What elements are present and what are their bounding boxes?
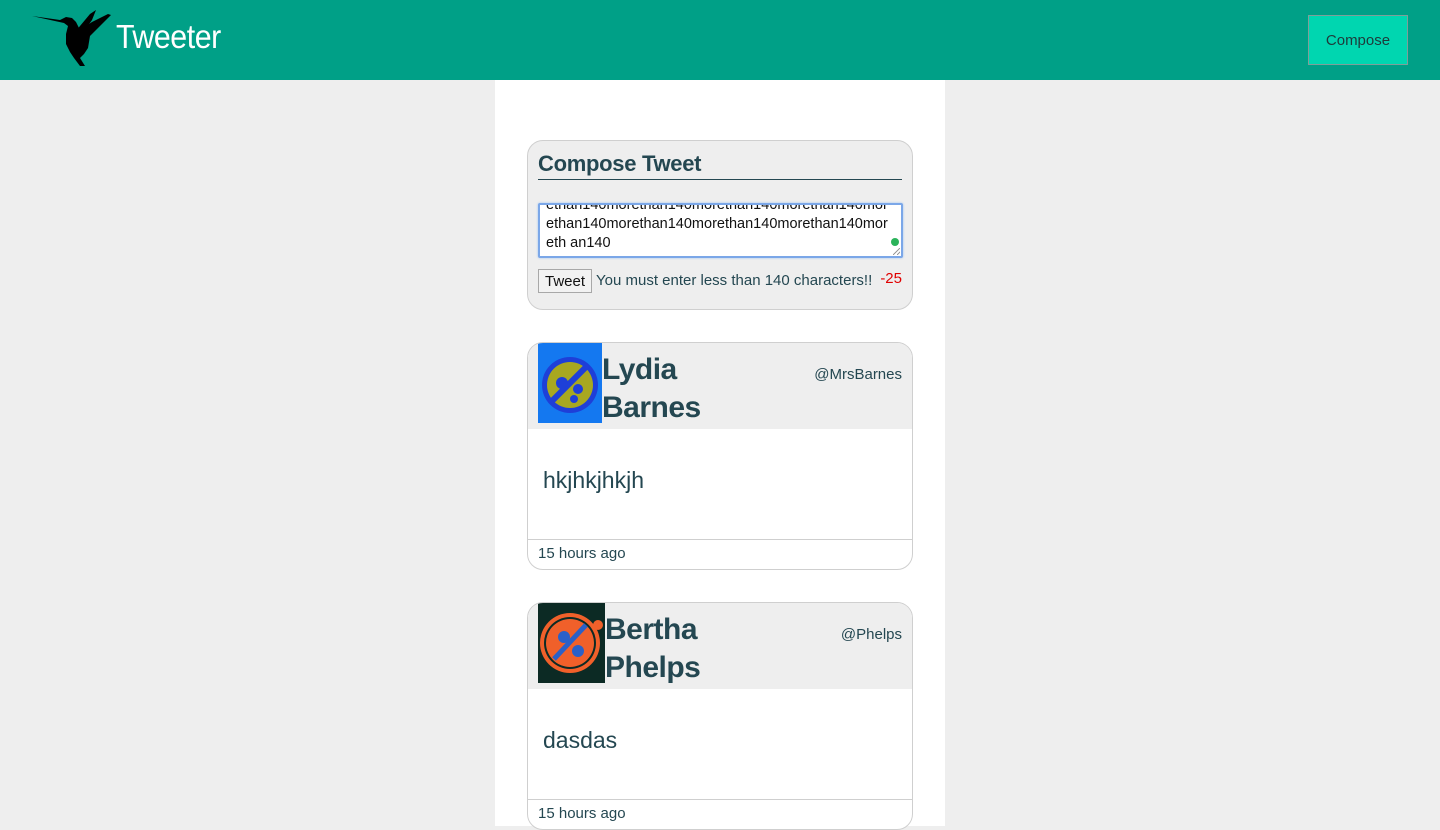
tweet-card: Lydia Barnes @MrsBarnes hkjhkjhkjh 15 ho… xyxy=(527,342,913,570)
tweet-header: Bertha Phelps @Phelps xyxy=(528,603,912,689)
tweet-author-handle: @Phelps xyxy=(840,626,902,643)
hummingbird-logo-icon xyxy=(32,10,111,66)
tweet-header: Lydia Barnes @MrsBarnes xyxy=(528,343,912,429)
error-message: You must enter less than 140 characters!… xyxy=(596,272,873,289)
char-counter: -25 xyxy=(880,270,902,287)
tweet-author-name: Lydia Barnes xyxy=(602,353,701,424)
tweet-author-name: Bertha Phelps xyxy=(605,613,701,684)
top-nav: Tweeter Compose xyxy=(0,0,1440,80)
tweet-content: dasdas xyxy=(543,727,618,753)
avatar xyxy=(538,343,602,423)
compose-button[interactable]: Compose xyxy=(1308,15,1408,65)
tweet-card: Bertha Phelps @Phelps dasdas 15 hours ag… xyxy=(527,602,913,830)
main-column: Compose Tweet ethan140morethan140moretha… xyxy=(495,80,945,830)
tweet-footer: 15 hours ago xyxy=(528,799,912,829)
tweet-content: hkjhkjhkjh xyxy=(543,467,644,493)
resize-grip-icon[interactable] xyxy=(893,248,900,255)
brand-title: Tweeter xyxy=(116,18,221,55)
avatar xyxy=(538,603,605,683)
compose-panel: Compose Tweet ethan140morethan140moretha… xyxy=(527,140,913,310)
tweet-textarea[interactable]: ethan140morethan140morethan140morethan14… xyxy=(538,203,903,258)
tweet-timestamp: 15 hours ago xyxy=(538,805,626,822)
tweet-footer: 15 hours ago xyxy=(528,539,912,569)
status-dot-icon xyxy=(891,238,899,246)
tweet-button[interactable]: Tweet xyxy=(538,269,592,293)
tweet-author-handle: @MrsBarnes xyxy=(814,366,902,383)
tweet-textarea-value: ethan140morethan140morethan140morethan14… xyxy=(546,203,888,251)
compose-title: Compose Tweet xyxy=(538,151,902,180)
tweet-timestamp: 15 hours ago xyxy=(538,545,626,562)
